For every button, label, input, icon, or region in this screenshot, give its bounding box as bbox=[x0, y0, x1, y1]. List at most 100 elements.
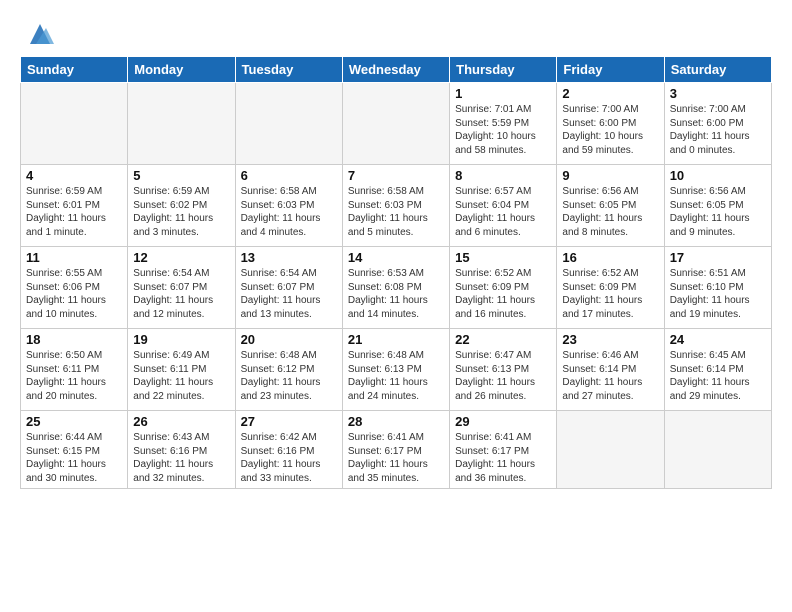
calendar-cell: 26 Sunrise: 6:43 AM Sunset: 6:16 PM Dayli… bbox=[128, 411, 235, 489]
calendar-cell: 3Sunrise: 7:00 AM Sunset: 6:00 PM Daylig… bbox=[664, 83, 771, 165]
calendar-cell: 28 Sunrise: 6:41 AM Sunset: 6:17 PM Dayli… bbox=[342, 411, 449, 489]
weekday-header-monday: Monday bbox=[128, 57, 235, 83]
day-info: Sunrise: 6:58 AM Sunset: 6:03 PM Dayligh… bbox=[241, 185, 337, 239]
calendar-cell: 25 Sunrise: 6:44 AM Sunset: 6:15 PM Dayli… bbox=[21, 411, 128, 489]
day-number: 11 bbox=[26, 250, 122, 265]
day-number: 22 bbox=[455, 332, 551, 347]
day-number: 1 bbox=[455, 86, 551, 101]
calendar-cell bbox=[21, 83, 128, 165]
calendar-cell: 11 Sunrise: 6:55 AM Sunset: 6:06 PM Dayli… bbox=[21, 247, 128, 329]
day-info: Sunrise: 6:45 AM Sunset: 6:14 PM Dayligh… bbox=[670, 349, 766, 403]
calendar-cell: 4 Sunrise: 6:59 AM Sunset: 6:01 PM Daylig… bbox=[21, 165, 128, 247]
calendar-cell: 22Sunrise: 6:47 AM Sunset: 6:13 PM Dayli… bbox=[450, 329, 557, 411]
weekday-header-saturday: Saturday bbox=[664, 57, 771, 83]
calendar-cell bbox=[235, 83, 342, 165]
day-info: Sunrise: 6:54 AM Sunset: 6:07 PM Dayligh… bbox=[133, 267, 229, 321]
day-info: Sunrise: 6:43 AM Sunset: 6:16 PM Dayligh… bbox=[133, 431, 229, 485]
calendar-cell: 13 Sunrise: 6:54 AM Sunset: 6:07 PM Dayli… bbox=[235, 247, 342, 329]
calendar-cell: 21 Sunrise: 6:48 AM Sunset: 6:13 PM Dayli… bbox=[342, 329, 449, 411]
day-info: Sunrise: 6:58 AM Sunset: 6:03 PM Dayligh… bbox=[348, 185, 444, 239]
calendar-cell: 8Sunrise: 6:57 AM Sunset: 6:04 PM Daylig… bbox=[450, 165, 557, 247]
day-info: Sunrise: 6:42 AM Sunset: 6:16 PM Dayligh… bbox=[241, 431, 337, 485]
calendar-cell bbox=[128, 83, 235, 165]
calendar-cell: 9 Sunrise: 6:56 AM Sunset: 6:05 PM Daylig… bbox=[557, 165, 664, 247]
day-info: Sunrise: 6:49 AM Sunset: 6:11 PM Dayligh… bbox=[133, 349, 229, 403]
day-number: 3 bbox=[670, 86, 766, 101]
day-number: 4 bbox=[26, 168, 122, 183]
weekday-header-sunday: Sunday bbox=[21, 57, 128, 83]
day-number: 5 bbox=[133, 168, 229, 183]
day-number: 16 bbox=[562, 250, 658, 265]
day-number: 27 bbox=[241, 414, 337, 429]
calendar-cell: 6 Sunrise: 6:58 AM Sunset: 6:03 PM Daylig… bbox=[235, 165, 342, 247]
day-info: Sunrise: 6:56 AM Sunset: 6:05 PM Dayligh… bbox=[670, 185, 766, 239]
weekday-header-wednesday: Wednesday bbox=[342, 57, 449, 83]
day-info: Sunrise: 6:53 AM Sunset: 6:08 PM Dayligh… bbox=[348, 267, 444, 321]
calendar-cell: 16 Sunrise: 6:52 AM Sunset: 6:09 PM Dayli… bbox=[557, 247, 664, 329]
header bbox=[20, 16, 772, 48]
calendar-cell: 27 Sunrise: 6:42 AM Sunset: 6:16 PM Dayli… bbox=[235, 411, 342, 489]
day-info: Sunrise: 7:00 AM Sunset: 6:00 PM Dayligh… bbox=[562, 103, 658, 157]
day-number: 20 bbox=[241, 332, 337, 347]
calendar-cell: 29 Sunrise: 6:41 AM Sunset: 6:17 PM Dayli… bbox=[450, 411, 557, 489]
calendar-cell: 19 Sunrise: 6:49 AM Sunset: 6:11 PM Dayli… bbox=[128, 329, 235, 411]
week-row-2: 4 Sunrise: 6:59 AM Sunset: 6:01 PM Daylig… bbox=[21, 165, 772, 247]
week-row-5: 25 Sunrise: 6:44 AM Sunset: 6:15 PM Dayli… bbox=[21, 411, 772, 489]
day-info: Sunrise: 6:48 AM Sunset: 6:13 PM Dayligh… bbox=[348, 349, 444, 403]
day-number: 13 bbox=[241, 250, 337, 265]
day-number: 17 bbox=[670, 250, 766, 265]
calendar-cell: 18 Sunrise: 6:50 AM Sunset: 6:11 PM Dayli… bbox=[21, 329, 128, 411]
day-number: 29 bbox=[455, 414, 551, 429]
day-number: 9 bbox=[562, 168, 658, 183]
day-info: Sunrise: 6:54 AM Sunset: 6:07 PM Dayligh… bbox=[241, 267, 337, 321]
day-info: Sunrise: 6:55 AM Sunset: 6:06 PM Dayligh… bbox=[26, 267, 122, 321]
day-info: Sunrise: 6:52 AM Sunset: 6:09 PM Dayligh… bbox=[455, 267, 551, 321]
day-number: 19 bbox=[133, 332, 229, 347]
day-number: 12 bbox=[133, 250, 229, 265]
calendar-cell bbox=[557, 411, 664, 489]
calendar-cell: 23 Sunrise: 6:46 AM Sunset: 6:14 PM Dayli… bbox=[557, 329, 664, 411]
day-number: 18 bbox=[26, 332, 122, 347]
calendar-cell: 10Sunrise: 6:56 AM Sunset: 6:05 PM Dayli… bbox=[664, 165, 771, 247]
day-info: Sunrise: 6:51 AM Sunset: 6:10 PM Dayligh… bbox=[670, 267, 766, 321]
calendar-cell: 5Sunrise: 6:59 AM Sunset: 6:02 PM Daylig… bbox=[128, 165, 235, 247]
day-info: Sunrise: 6:52 AM Sunset: 6:09 PM Dayligh… bbox=[562, 267, 658, 321]
day-info: Sunrise: 6:56 AM Sunset: 6:05 PM Dayligh… bbox=[562, 185, 658, 239]
day-number: 23 bbox=[562, 332, 658, 347]
day-info: Sunrise: 6:44 AM Sunset: 6:15 PM Dayligh… bbox=[26, 431, 122, 485]
week-row-4: 18 Sunrise: 6:50 AM Sunset: 6:11 PM Dayli… bbox=[21, 329, 772, 411]
day-info: Sunrise: 6:57 AM Sunset: 6:04 PM Dayligh… bbox=[455, 185, 551, 239]
day-info: Sunrise: 6:46 AM Sunset: 6:14 PM Dayligh… bbox=[562, 349, 658, 403]
day-number: 21 bbox=[348, 332, 444, 347]
day-info: Sunrise: 6:41 AM Sunset: 6:17 PM Dayligh… bbox=[348, 431, 444, 485]
day-number: 26 bbox=[133, 414, 229, 429]
day-number: 7 bbox=[348, 168, 444, 183]
weekday-header-tuesday: Tuesday bbox=[235, 57, 342, 83]
day-number: 6 bbox=[241, 168, 337, 183]
calendar-cell: 20 Sunrise: 6:48 AM Sunset: 6:12 PM Dayli… bbox=[235, 329, 342, 411]
calendar-cell bbox=[342, 83, 449, 165]
day-info: Sunrise: 6:59 AM Sunset: 6:01 PM Dayligh… bbox=[26, 185, 122, 239]
calendar-cell: 14 Sunrise: 6:53 AM Sunset: 6:08 PM Dayli… bbox=[342, 247, 449, 329]
day-info: Sunrise: 6:50 AM Sunset: 6:11 PM Dayligh… bbox=[26, 349, 122, 403]
calendar-cell: 24 Sunrise: 6:45 AM Sunset: 6:14 PM Dayli… bbox=[664, 329, 771, 411]
calendar-cell: 12 Sunrise: 6:54 AM Sunset: 6:07 PM Dayli… bbox=[128, 247, 235, 329]
weekday-header-thursday: Thursday bbox=[450, 57, 557, 83]
calendar-cell bbox=[664, 411, 771, 489]
week-row-1: 1Sunrise: 7:01 AM Sunset: 5:59 PM Daylig… bbox=[21, 83, 772, 165]
day-number: 24 bbox=[670, 332, 766, 347]
calendar-cell: 7 Sunrise: 6:58 AM Sunset: 6:03 PM Daylig… bbox=[342, 165, 449, 247]
day-info: Sunrise: 6:48 AM Sunset: 6:12 PM Dayligh… bbox=[241, 349, 337, 403]
day-info: Sunrise: 6:41 AM Sunset: 6:17 PM Dayligh… bbox=[455, 431, 551, 485]
calendar-cell: 1Sunrise: 7:01 AM Sunset: 5:59 PM Daylig… bbox=[450, 83, 557, 165]
day-number: 25 bbox=[26, 414, 122, 429]
logo-icon bbox=[26, 20, 54, 48]
calendar-cell: 17 Sunrise: 6:51 AM Sunset: 6:10 PM Dayli… bbox=[664, 247, 771, 329]
week-row-3: 11 Sunrise: 6:55 AM Sunset: 6:06 PM Dayli… bbox=[21, 247, 772, 329]
day-number: 28 bbox=[348, 414, 444, 429]
day-number: 14 bbox=[348, 250, 444, 265]
day-number: 2 bbox=[562, 86, 658, 101]
calendar-page: SundayMondayTuesdayWednesdayThursdayFrid… bbox=[0, 0, 792, 612]
calendar-table: SundayMondayTuesdayWednesdayThursdayFrid… bbox=[20, 56, 772, 489]
calendar-cell: 15Sunrise: 6:52 AM Sunset: 6:09 PM Dayli… bbox=[450, 247, 557, 329]
